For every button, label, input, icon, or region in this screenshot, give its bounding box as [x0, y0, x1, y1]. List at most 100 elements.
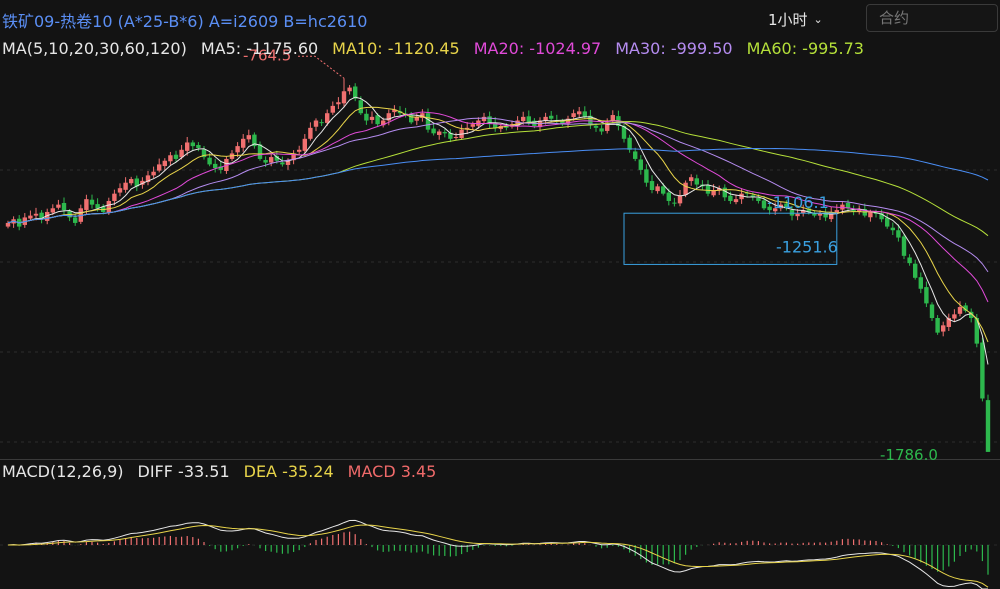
candle-body — [913, 263, 918, 278]
candle-body — [896, 230, 901, 238]
candle-body — [924, 287, 929, 304]
candle-body — [756, 197, 761, 201]
candle-body — [649, 181, 655, 191]
candle-body — [907, 257, 912, 264]
candle-body — [151, 171, 156, 176]
candle-body — [868, 211, 873, 218]
candle-body — [442, 132, 447, 134]
candle-body — [84, 199, 89, 210]
candle-body — [885, 217, 890, 227]
candle-body — [123, 182, 128, 190]
ma60-value: MA60: -995.73 — [746, 39, 864, 58]
period-label: 1小时 — [768, 11, 808, 29]
candle-body — [761, 200, 767, 209]
candle-body — [213, 163, 218, 169]
ma60-line — [7, 120, 989, 237]
candle-body — [728, 195, 733, 201]
candle-body — [168, 155, 173, 162]
candle-body — [941, 325, 946, 332]
candle-body — [173, 154, 179, 159]
candle-body — [196, 145, 201, 148]
ma30-value: MA30: -999.50 — [615, 39, 733, 58]
candle-body — [795, 213, 800, 217]
candle-body — [582, 111, 587, 117]
candle-body — [33, 213, 39, 216]
candle-body — [952, 314, 957, 319]
period-selector[interactable]: 1小时 ⌄ — [768, 9, 823, 30]
candle-body — [817, 213, 823, 216]
contract-title: 铁矿09-热卷10 (A*25-B*6) A=i2609 B=hc2610 — [2, 12, 368, 31]
contract-search[interactable] — [866, 4, 998, 32]
candle-body — [633, 151, 638, 159]
ma20-value: MA20: -1024.97 — [473, 39, 602, 58]
candle-body — [901, 236, 907, 256]
diff-line — [7, 519, 988, 589]
ma10-value: MA10: -1120.45 — [332, 39, 460, 58]
candle-body — [375, 115, 380, 125]
macd-legend: MACD(12,26,9) DIFF -33.51 DEA -35.24 MACD 3… — [2, 462, 450, 481]
candle-body — [689, 177, 694, 182]
chevron-down-icon: ⌄ — [813, 13, 823, 26]
candle-body — [313, 120, 319, 127]
candle-body — [207, 157, 212, 165]
candle-body — [935, 318, 940, 333]
candle-body — [481, 116, 487, 122]
candle-body — [61, 202, 67, 211]
candle-body — [162, 160, 167, 167]
candle-body — [341, 91, 347, 104]
candle-body — [185, 142, 190, 151]
candle-body — [269, 157, 274, 163]
candle-body — [364, 113, 369, 121]
candle-body — [627, 137, 632, 150]
candle-body — [957, 307, 963, 314]
candle-body — [5, 222, 11, 227]
moving-averages — [7, 96, 989, 365]
price-annotations: -764.5-1786.0-1106.1-1251.6 — [243, 46, 938, 464]
candle-body — [733, 199, 739, 203]
candle-body — [599, 128, 604, 132]
ma10-line — [7, 106, 989, 343]
candle-body — [571, 113, 576, 118]
grid-lines — [0, 169, 1000, 443]
candle-body — [577, 111, 582, 115]
box-top-label: -1106.1 — [767, 193, 829, 212]
price-chart[interactable]: -764.5-1786.0-1106.1-1251.6 — [0, 0, 1000, 589]
candle-body — [985, 400, 991, 452]
candle-body — [425, 113, 431, 130]
low-label: -1786.0 — [880, 446, 938, 464]
candle-body — [526, 116, 531, 123]
candle-body — [28, 215, 33, 219]
candle-body — [112, 193, 117, 201]
candle-body — [890, 227, 895, 231]
candle-body — [280, 162, 285, 165]
candle-body — [325, 113, 330, 123]
macd-value: MACD 3.45 — [347, 462, 437, 481]
macd-panel — [7, 519, 989, 589]
candle-body — [89, 199, 95, 205]
candle-body — [437, 131, 442, 135]
candle-body — [655, 186, 660, 192]
candle-body — [358, 100, 363, 114]
candle-body — [190, 142, 195, 147]
candle-body — [705, 185, 711, 194]
candle-body — [330, 105, 335, 113]
box-bottom-label: -1251.6 — [776, 237, 838, 256]
macd-legend-label: MACD(12,26,9) — [2, 462, 124, 481]
ma20-line — [7, 111, 989, 303]
candle-body — [661, 186, 666, 194]
candle-body — [453, 136, 459, 138]
contract-search-input[interactable] — [867, 5, 987, 31]
candle-body — [117, 188, 123, 193]
candle-body — [431, 128, 436, 134]
candle-body — [638, 159, 643, 170]
candle-body — [593, 125, 599, 128]
ma30-line — [7, 117, 989, 273]
candle-body — [369, 116, 375, 120]
candle-body — [336, 102, 341, 105]
candle-body — [549, 115, 554, 119]
candle-body — [834, 210, 839, 213]
candle-body — [521, 116, 526, 122]
candle-body — [50, 208, 55, 213]
candle-body — [644, 169, 649, 183]
candle-body — [129, 179, 134, 184]
